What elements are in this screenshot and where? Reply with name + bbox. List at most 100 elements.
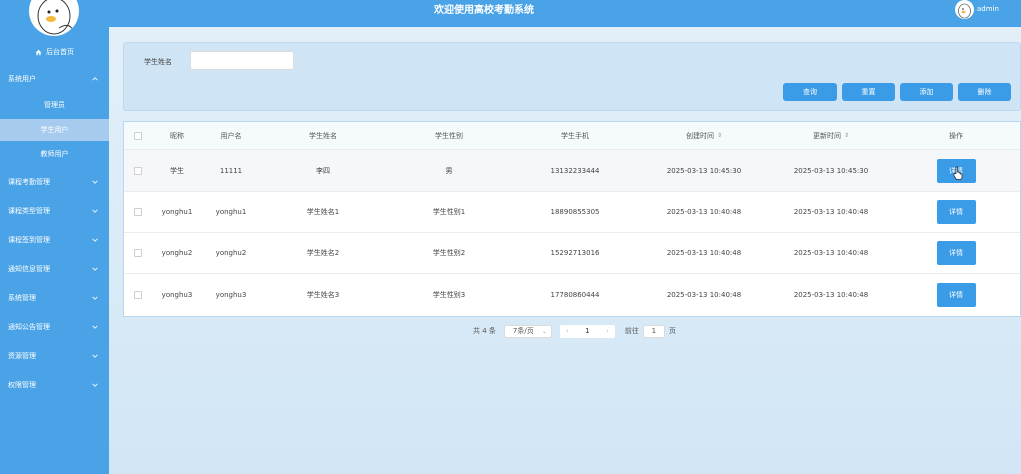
sidebar-item-label: 通知信息管理 bbox=[8, 265, 50, 273]
sidebar-item-teacher-users[interactable]: 教师用户 bbox=[0, 143, 109, 165]
sidebar-group-course-signin[interactable]: 课程签到管理 bbox=[0, 233, 109, 247]
sort-icon[interactable]: ⇕ bbox=[844, 132, 849, 139]
add-button[interactable]: 添加 bbox=[900, 83, 953, 101]
cell-gender: 学生性别2 bbox=[432, 249, 466, 257]
sidebar-group-announcement[interactable]: 通知公告管理 bbox=[0, 320, 109, 334]
page-navigator: ‹ 1 › bbox=[559, 324, 615, 338]
sidebar-item-label: 后台首页 bbox=[46, 48, 74, 56]
column-header: 学生手机 bbox=[561, 131, 589, 140]
sidebar: 后台首页 系统用户 管理员 学生用户 教师用户 课程考勤管理 课程类型管理 课程… bbox=[0, 0, 109, 474]
column-header: 昵称 bbox=[170, 131, 184, 140]
main-content: 学生姓名 查询 重置 添加 删除 昵称 用户名 学生姓名 学生性别 学生手机 创… bbox=[109, 27, 1021, 474]
page-size-value: 7条/页 bbox=[512, 327, 534, 335]
chevron-down-icon bbox=[92, 325, 98, 329]
cell-username: yonghu1 bbox=[215, 208, 247, 216]
chevron-down-icon bbox=[92, 267, 98, 271]
chevron-down-icon bbox=[92, 354, 98, 358]
cell-username: yonghu2 bbox=[215, 249, 247, 257]
chevron-up-icon bbox=[92, 77, 98, 81]
cell-created: 2025-03-13 10:40:48 bbox=[666, 208, 742, 216]
column-header: 操作 bbox=[949, 131, 963, 140]
cell-updated: 2025-03-13 10:40:48 bbox=[793, 291, 869, 299]
sidebar-group-notification-info[interactable]: 通知信息管理 bbox=[0, 262, 109, 276]
detail-button[interactable]: 详情 bbox=[936, 283, 976, 307]
table-row[interactable]: yonghu2 yonghu2 学生姓名2 学生性别2 15292713016 … bbox=[124, 233, 1020, 274]
sidebar-item-admin[interactable]: 管理员 bbox=[0, 94, 109, 116]
sidebar-item-label: 学生用户 bbox=[40, 126, 69, 134]
column-header: 学生姓名 bbox=[309, 131, 337, 140]
sidebar-group-course-type[interactable]: 课程类型管理 bbox=[0, 204, 109, 218]
chevron-down-icon bbox=[92, 383, 98, 387]
prev-page-icon[interactable]: ‹ bbox=[566, 327, 569, 335]
select-all-checkbox[interactable] bbox=[134, 131, 142, 140]
sidebar-item-home[interactable]: 后台首页 bbox=[0, 45, 109, 59]
column-header: 学生性别 bbox=[435, 131, 463, 140]
logo-avatar bbox=[29, 0, 79, 36]
row-checkbox[interactable] bbox=[134, 166, 142, 175]
chevron-down-icon bbox=[92, 209, 98, 213]
column-header-created[interactable]: 创建时间 ⇕ bbox=[638, 122, 770, 149]
cell-created: 2025-03-13 10:40:48 bbox=[666, 249, 742, 257]
goto-suffix: 页 bbox=[668, 327, 676, 335]
sidebar-item-label: 课程考勤管理 bbox=[8, 178, 50, 186]
user-name[interactable]: admin bbox=[977, 5, 999, 13]
student-name-input[interactable] bbox=[190, 51, 294, 70]
cell-nickname: yonghu1 bbox=[161, 208, 193, 216]
column-header: 用户名 bbox=[220, 131, 242, 140]
cell-updated: 2025-03-13 10:45:30 bbox=[793, 166, 869, 175]
search-panel: 学生姓名 查询 重置 添加 删除 bbox=[123, 42, 1021, 111]
cell-nickname: yonghu3 bbox=[161, 291, 193, 299]
cell-student-name: 学生姓名1 bbox=[306, 208, 340, 216]
sort-icon[interactable]: ⇕ bbox=[717, 132, 722, 139]
detail-button[interactable]: 详情 bbox=[936, 241, 976, 265]
cell-username: 11111 bbox=[219, 166, 243, 175]
cell-gender: 男 bbox=[445, 166, 453, 175]
user-avatar[interactable] bbox=[955, 0, 974, 19]
row-checkbox[interactable] bbox=[134, 249, 142, 257]
pagination: 共 4 条 7条/页 ⌄ ‹ 1 › 前往 1 页 bbox=[473, 324, 676, 338]
cell-updated: 2025-03-13 10:40:48 bbox=[793, 208, 869, 216]
column-header-updated[interactable]: 更新时间 ⇕ bbox=[770, 122, 892, 149]
hand-cursor-icon bbox=[953, 166, 963, 180]
cell-nickname: 学生 bbox=[170, 166, 184, 175]
sidebar-group-permission[interactable]: 权限管理 bbox=[0, 378, 109, 392]
sidebar-group-system[interactable]: 系统管理 bbox=[0, 291, 109, 305]
table-row[interactable]: 学生 11111 李四 男 13132233444 2025-03-13 10:… bbox=[124, 150, 1020, 192]
goto-label: 前往 bbox=[624, 327, 639, 335]
next-page-icon[interactable]: › bbox=[606, 327, 609, 335]
cell-student-name: 学生姓名3 bbox=[306, 291, 340, 299]
cell-created: 2025-03-13 10:40:48 bbox=[666, 291, 742, 299]
sidebar-group-course-attendance[interactable]: 课程考勤管理 bbox=[0, 175, 109, 189]
column-header-label: 创建时间 bbox=[685, 131, 714, 140]
row-checkbox[interactable] bbox=[134, 208, 142, 216]
detail-button[interactable]: 详情 bbox=[936, 200, 976, 224]
current-page-number[interactable]: 1 bbox=[585, 327, 589, 335]
cell-phone: 18890855305 bbox=[550, 208, 600, 216]
search-label: 学生姓名 bbox=[144, 58, 172, 66]
table-header-row: 昵称 用户名 学生姓名 学生性别 学生手机 创建时间 ⇕ 更新时间 ⇕ 操作 bbox=[124, 122, 1020, 150]
cell-phone: 15292713016 bbox=[550, 249, 600, 257]
page-title: 欢迎使用高校考勤系统 bbox=[434, 5, 534, 16]
sidebar-item-label: 资源管理 bbox=[8, 352, 36, 360]
page-size-select[interactable]: 7条/页 ⌄ bbox=[503, 324, 552, 338]
query-button[interactable]: 查询 bbox=[783, 83, 837, 101]
top-header: 欢迎使用高校考勤系统 admin bbox=[109, 0, 1021, 27]
sidebar-group-resource[interactable]: 资源管理 bbox=[0, 349, 109, 363]
table-row[interactable]: yonghu3 yonghu3 学生姓名3 学生性别3 17780860444 … bbox=[124, 274, 1020, 316]
cell-updated: 2025-03-13 10:40:48 bbox=[793, 249, 869, 257]
data-table: 昵称 用户名 学生姓名 学生性别 学生手机 创建时间 ⇕ 更新时间 ⇕ 操作 学生 … bbox=[123, 121, 1021, 317]
cell-created: 2025-03-13 10:45:30 bbox=[666, 166, 742, 175]
sidebar-group-system-users[interactable]: 系统用户 bbox=[0, 72, 109, 86]
sidebar-item-label: 系统管理 bbox=[8, 294, 36, 302]
goto-page-input[interactable]: 1 bbox=[642, 324, 665, 338]
table-row[interactable]: yonghu1 yonghu1 学生姓名1 学生性别1 18890855305 … bbox=[124, 192, 1020, 233]
sidebar-item-label: 教师用户 bbox=[40, 150, 69, 158]
sidebar-item-label: 权限管理 bbox=[8, 381, 36, 389]
cell-student-name: 学生姓名2 bbox=[306, 249, 340, 257]
row-checkbox[interactable] bbox=[134, 291, 142, 299]
delete-button[interactable]: 删除 bbox=[958, 83, 1011, 101]
cell-gender: 学生性别3 bbox=[432, 291, 466, 299]
reset-button[interactable]: 重置 bbox=[842, 83, 895, 101]
sidebar-item-student-users[interactable]: 学生用户 bbox=[0, 119, 109, 141]
sidebar-item-label: 管理员 bbox=[44, 101, 65, 109]
